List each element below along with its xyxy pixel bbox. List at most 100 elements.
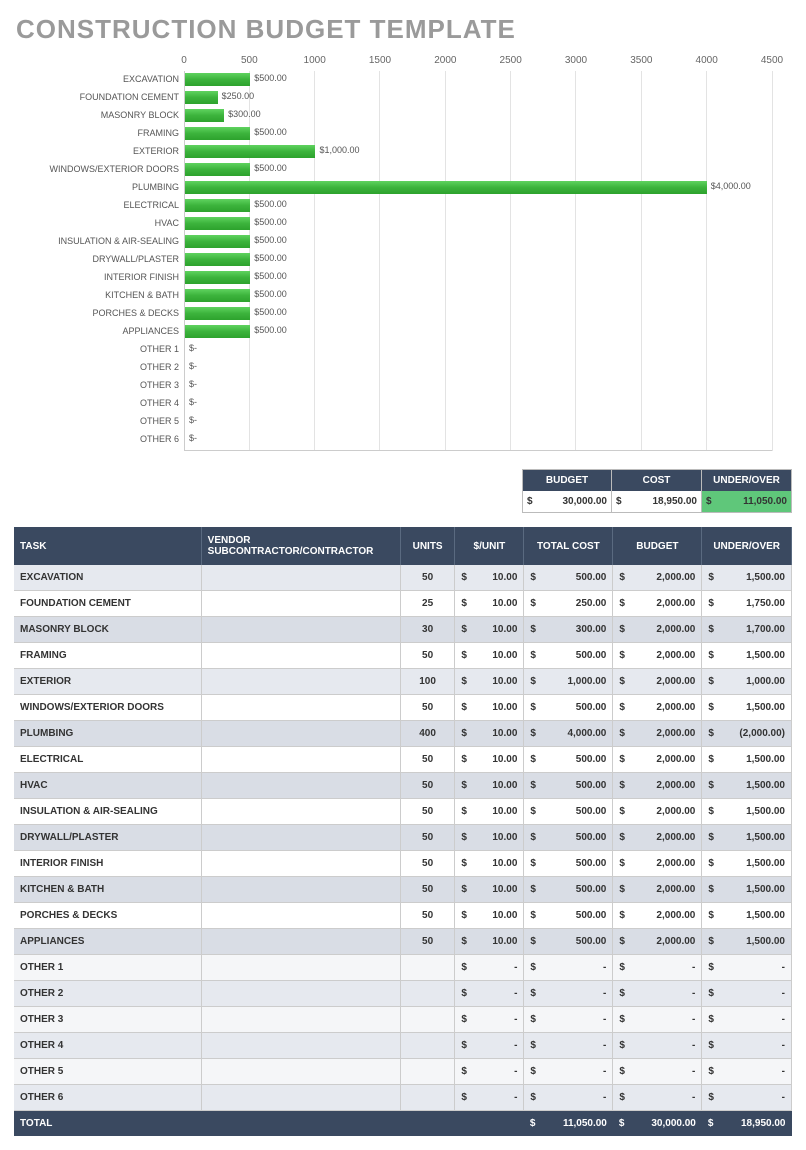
cell-task[interactable]: OTHER 6 [14, 1085, 201, 1111]
cell-units[interactable] [400, 1085, 455, 1111]
cell-task[interactable]: OTHER 5 [14, 1059, 201, 1085]
cell-budget[interactable]: $2,000.00 [613, 773, 702, 799]
cell-task[interactable]: DRYWALL/PLASTER [14, 825, 201, 851]
cell-under[interactable]: $- [702, 1085, 792, 1111]
cell-unit-price[interactable]: $10.00 [455, 721, 524, 747]
cell-unit-price[interactable]: $10.00 [455, 877, 524, 903]
cell-vendor[interactable] [201, 877, 400, 903]
cell-vendor[interactable] [201, 643, 400, 669]
cell-total[interactable]: $- [524, 1059, 613, 1085]
cell-under[interactable]: $1,500.00 [702, 929, 792, 955]
cell-total[interactable]: $500.00 [524, 903, 613, 929]
cell-under[interactable]: $- [702, 981, 792, 1007]
cell-units[interactable] [400, 1033, 455, 1059]
cell-units[interactable] [400, 1059, 455, 1085]
cell-under[interactable]: $1,500.00 [702, 903, 792, 929]
cell-budget[interactable]: $2,000.00 [613, 617, 702, 643]
cell-vendor[interactable] [201, 799, 400, 825]
cell-units[interactable]: 50 [400, 565, 455, 591]
cell-under[interactable]: $- [702, 1059, 792, 1085]
cell-under[interactable]: $(2,000.00) [702, 721, 792, 747]
cell-vendor[interactable] [201, 981, 400, 1007]
cell-total[interactable]: $500.00 [524, 643, 613, 669]
cell-unit-price[interactable]: $10.00 [455, 799, 524, 825]
cell-units[interactable]: 50 [400, 851, 455, 877]
cell-budget[interactable]: $2,000.00 [613, 747, 702, 773]
cell-budget[interactable]: $2,000.00 [613, 643, 702, 669]
cell-unit-price[interactable]: $- [455, 1085, 524, 1111]
cell-budget[interactable]: $2,000.00 [613, 591, 702, 617]
cell-total[interactable]: $- [524, 1085, 613, 1111]
cell-task[interactable]: KITCHEN & BATH [14, 877, 201, 903]
cell-under[interactable]: $1,500.00 [702, 799, 792, 825]
cell-units[interactable] [400, 981, 455, 1007]
cell-under[interactable]: $1,500.00 [702, 825, 792, 851]
cell-task[interactable]: EXTERIOR [14, 669, 201, 695]
cell-task[interactable]: INTERIOR FINISH [14, 851, 201, 877]
cell-task[interactable]: FOUNDATION CEMENT [14, 591, 201, 617]
cell-under[interactable]: $1,500.00 [702, 643, 792, 669]
cell-task[interactable]: OTHER 3 [14, 1007, 201, 1033]
cell-units[interactable]: 50 [400, 929, 455, 955]
cell-budget[interactable]: $2,000.00 [613, 565, 702, 591]
cell-unit-price[interactable]: $10.00 [455, 747, 524, 773]
cell-under[interactable]: $1,500.00 [702, 565, 792, 591]
cell-task[interactable]: MASONRY BLOCK [14, 617, 201, 643]
cell-task[interactable]: EXCAVATION [14, 565, 201, 591]
cell-under[interactable]: $1,500.00 [702, 747, 792, 773]
cell-budget[interactable]: $2,000.00 [613, 799, 702, 825]
cell-unit-price[interactable]: $10.00 [455, 565, 524, 591]
cell-under[interactable]: $1,700.00 [702, 617, 792, 643]
cell-budget[interactable]: $- [613, 1085, 702, 1111]
cell-vendor[interactable] [201, 565, 400, 591]
cell-units[interactable]: 25 [400, 591, 455, 617]
cell-under[interactable]: $- [702, 1007, 792, 1033]
cell-budget[interactable]: $- [613, 981, 702, 1007]
cell-under[interactable]: $1,000.00 [702, 669, 792, 695]
cell-task[interactable]: PORCHES & DECKS [14, 903, 201, 929]
cell-units[interactable]: 50 [400, 773, 455, 799]
cell-total[interactable]: $- [524, 1033, 613, 1059]
cell-task[interactable]: OTHER 2 [14, 981, 201, 1007]
cell-task[interactable]: PLUMBING [14, 721, 201, 747]
cell-total[interactable]: $500.00 [524, 851, 613, 877]
cell-under[interactable]: $1,500.00 [702, 851, 792, 877]
cell-total[interactable]: $300.00 [524, 617, 613, 643]
cell-task[interactable]: OTHER 1 [14, 955, 201, 981]
cell-units[interactable]: 50 [400, 877, 455, 903]
cell-vendor[interactable] [201, 1007, 400, 1033]
cell-units[interactable]: 50 [400, 825, 455, 851]
cell-total[interactable]: $500.00 [524, 565, 613, 591]
cell-budget[interactable]: $2,000.00 [613, 929, 702, 955]
cell-unit-price[interactable]: $10.00 [455, 617, 524, 643]
cell-units[interactable]: 30 [400, 617, 455, 643]
cell-units[interactable]: 400 [400, 721, 455, 747]
cell-under[interactable]: $1,500.00 [702, 695, 792, 721]
cell-unit-price[interactable]: $10.00 [455, 825, 524, 851]
cell-vendor[interactable] [201, 903, 400, 929]
cell-under[interactable]: $1,500.00 [702, 877, 792, 903]
cell-unit-price[interactable]: $10.00 [455, 903, 524, 929]
cell-total[interactable]: $4,000.00 [524, 721, 613, 747]
cell-budget[interactable]: $- [613, 1059, 702, 1085]
cell-budget[interactable]: $2,000.00 [613, 721, 702, 747]
cell-total[interactable]: $500.00 [524, 825, 613, 851]
cell-units[interactable] [400, 955, 455, 981]
cell-vendor[interactable] [201, 721, 400, 747]
cell-total[interactable]: $500.00 [524, 695, 613, 721]
cell-vendor[interactable] [201, 929, 400, 955]
cell-budget[interactable]: $2,000.00 [613, 695, 702, 721]
cell-budget[interactable]: $2,000.00 [613, 903, 702, 929]
cell-unit-price[interactable]: $10.00 [455, 851, 524, 877]
cell-vendor[interactable] [201, 591, 400, 617]
cell-under[interactable]: $- [702, 1033, 792, 1059]
cell-unit-price[interactable]: $- [455, 1007, 524, 1033]
cell-total[interactable]: $500.00 [524, 799, 613, 825]
cell-task[interactable]: WINDOWS/EXTERIOR DOORS [14, 695, 201, 721]
cell-unit-price[interactable]: $10.00 [455, 643, 524, 669]
cell-vendor[interactable] [201, 695, 400, 721]
cell-units[interactable]: 100 [400, 669, 455, 695]
cell-budget[interactable]: $- [613, 1033, 702, 1059]
cell-total[interactable]: $- [524, 955, 613, 981]
cell-task[interactable]: APPLIANCES [14, 929, 201, 955]
